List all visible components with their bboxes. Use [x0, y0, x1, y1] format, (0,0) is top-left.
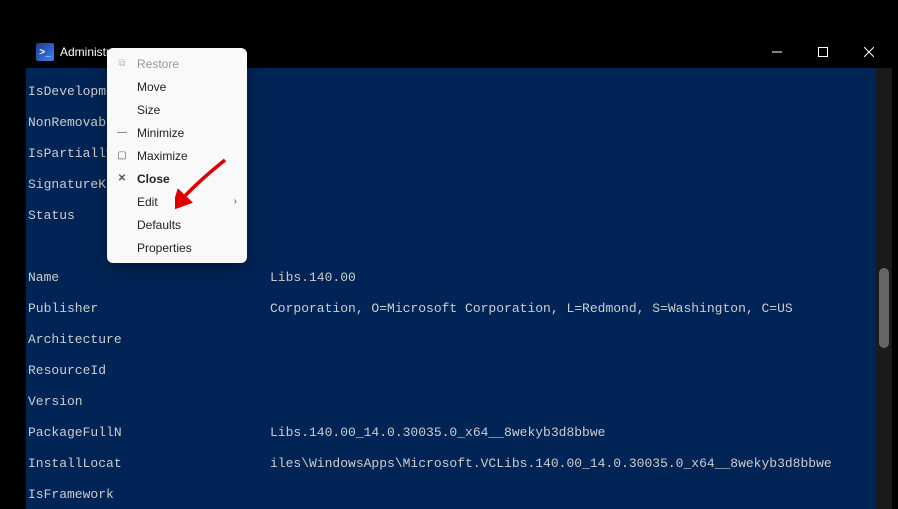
menu-label: Close [137, 172, 237, 186]
menu-label: Defaults [137, 218, 237, 232]
restore-icon: ⧉ [113, 58, 131, 69]
prop-value: Libs.140.00 [180, 270, 356, 286]
prop-key: InstallLocat [28, 456, 166, 472]
menu-label: Edit [137, 195, 234, 209]
menu-label: Maximize [137, 149, 237, 163]
powershell-icon: >_ [36, 43, 54, 61]
minimize-button[interactable] [754, 36, 800, 68]
menu-defaults[interactable]: Defaults [107, 213, 247, 236]
maximize-icon: ▢ [113, 150, 131, 161]
close-icon [864, 47, 874, 57]
prop-value: Libs.140.00_14.0.30035.0_x64__8wekyb3d8b… [180, 425, 605, 441]
output-text: NonRemovabl [28, 115, 114, 131]
prop-value: Corporation, O=Microsoft Corporation, L=… [180, 301, 793, 317]
menu-label: Minimize [137, 126, 237, 140]
scrollbar-thumb[interactable] [879, 268, 889, 348]
minimize-icon: — [113, 127, 131, 138]
menu-size[interactable]: Size [107, 98, 247, 121]
prop-key: PackageFullN [28, 425, 166, 441]
maximize-button[interactable] [800, 36, 846, 68]
maximize-icon [818, 47, 828, 57]
prop-key: Name [28, 270, 166, 286]
system-context-menu: ⧉ Restore Move Size — Minimize ▢ Maximiz… [107, 48, 247, 263]
menu-label: Move [137, 80, 237, 94]
prop-key: IsFramework [28, 487, 166, 503]
menu-move[interactable]: Move [107, 75, 247, 98]
prop-key: Publisher [28, 301, 166, 317]
menu-restore[interactable]: ⧉ Restore [107, 52, 247, 75]
close-icon: ✕ [113, 173, 131, 184]
menu-edit[interactable]: Edit › [107, 190, 247, 213]
menu-label: Restore [137, 57, 237, 71]
prop-value: iles\WindowsApps\Microsoft.VCLibs.140.00… [180, 456, 832, 472]
menu-close[interactable]: ✕ Close [107, 167, 247, 190]
menu-label: Size [137, 103, 237, 117]
output-text: SignatureKi [28, 177, 114, 193]
prop-key: Version [28, 394, 166, 410]
close-button[interactable] [846, 36, 892, 68]
chevron-right-icon: › [234, 196, 237, 207]
prop-key: Architecture [28, 332, 166, 348]
output-text: IsPartially [28, 146, 114, 162]
minimize-icon [772, 47, 782, 57]
menu-minimize[interactable]: — Minimize [107, 121, 247, 144]
menu-label: Properties [137, 241, 237, 255]
output-text: Status [28, 208, 75, 224]
prop-key: ResourceId [28, 363, 166, 379]
window-title: Administr [60, 45, 110, 59]
menu-maximize[interactable]: ▢ Maximize [107, 144, 247, 167]
menu-properties[interactable]: Properties [107, 236, 247, 259]
vertical-scrollbar[interactable] [876, 68, 892, 509]
